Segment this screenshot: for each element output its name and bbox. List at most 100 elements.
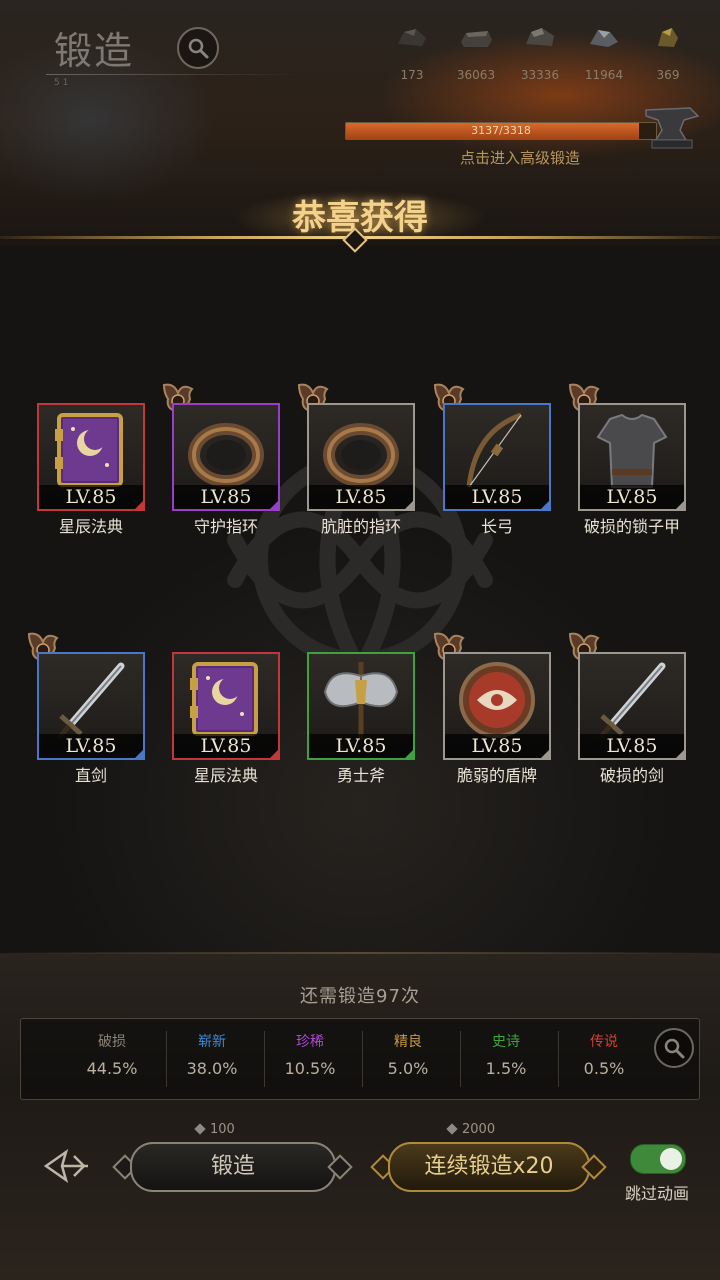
coal-icon [398,29,426,46]
stat-label: 珍稀 [296,1034,324,1050]
gem-icon [194,1123,206,1135]
item-name: 长弓 [480,517,513,536]
stat-rare: 珍稀 10.5% [261,1031,359,1078]
item-level: LV.85 [445,485,549,509]
title-underline [46,74,301,75]
rarity-corner [404,500,413,509]
item-frame: LV.85 [307,652,415,760]
forge-cost: 100 [194,1122,235,1137]
stat-new: 崭新 38.0% [163,1031,261,1078]
stat-epic: 史诗 1.5% [457,1031,555,1078]
resource-coal[interactable]: 173 [380,20,444,90]
item-frame: LV.85 [443,652,551,760]
skip-animation-toggle[interactable] [630,1144,686,1174]
ring-icon [323,423,399,487]
resource-value: 369 [656,68,680,82]
axe-icon [323,662,399,740]
stat-value: 10.5% [284,1059,336,1078]
steel-ingot-icon [526,28,554,46]
resource-value: 11964 [584,68,624,82]
rarity-corner [404,749,413,758]
item-level: LV.85 [39,485,143,509]
item-level: LV.85 [309,734,413,758]
stat-label: 传说 [590,1034,618,1050]
stat-label: 精良 [394,1034,422,1050]
stat-value: 44.5% [86,1059,138,1078]
reward-item[interactable]: LV.85 长弓 [433,383,551,543]
tome-icon [55,413,123,487]
item-frame: LV.85 [578,403,686,511]
rarity-corner [134,500,143,509]
gem-icon [446,1123,458,1135]
reward-item[interactable]: LV.85 勇士斧 [307,652,415,792]
item-level: LV.85 [580,485,684,509]
reward-item[interactable]: LV.85 星辰法典 [172,652,280,792]
item-name: 直剑 [74,766,107,785]
item-level: LV.85 [309,485,413,509]
continuous-forge-button[interactable]: 连续锻造x20 [388,1142,590,1192]
item-level: LV.85 [580,734,684,758]
stat-value: 0.5% [583,1059,625,1078]
multi-forge-cost-value: 2000 [462,1122,496,1137]
shield-icon [459,662,535,738]
resource-bar: 173 36063 33336 11964 369 [380,20,710,90]
resource-value: 33336 [520,68,560,82]
gold-ore-icon [658,28,678,47]
forge-progress-bar[interactable]: 3137/3318 [345,122,657,140]
advanced-forge-hint[interactable]: 点击进入高级锻造 [420,147,620,168]
item-name: 肮脏的指环 [320,517,401,536]
reward-item[interactable]: LV.85 破损的锁子甲 [568,383,686,543]
page-title: 锻造 [54,29,135,73]
search-icon [664,1038,685,1059]
item-frame: LV.85 [443,403,551,511]
skip-animation-label: 跳过动画 [624,1184,689,1203]
remaining-forge-count: 还需锻造97次 [300,986,420,1007]
item-frame: LV.85 [37,652,145,760]
resource-steel-ingot[interactable]: 33336 [508,20,572,90]
item-frame: LV.85 [307,403,415,511]
resource-gold-ore[interactable]: 369 [636,20,700,90]
stat-value: 1.5% [485,1059,527,1078]
reward-item[interactable]: LV.85 肮脏的指环 [297,383,415,543]
stats-detail-button[interactable] [654,1028,694,1068]
item-frame: LV.85 [37,403,145,511]
item-name: 破损的剑 [599,766,664,785]
item-level: LV.85 [174,485,278,509]
item-frame: LV.85 [172,403,280,511]
item-name: 勇士斧 [336,766,385,785]
stat-value: 38.0% [186,1059,238,1078]
reward-item[interactable]: LV.85 脆弱的盾牌 [433,632,551,792]
item-frame: LV.85 [172,652,280,760]
resource-iron-ore[interactable]: 36063 [444,20,508,90]
item-level: LV.85 [445,734,549,758]
bottom-divider [0,952,720,954]
tome-icon [190,662,258,736]
rarity-corner [540,500,549,509]
chainmail-icon [596,413,668,488]
reward-item[interactable]: LV.85 直剑 [27,632,145,792]
sword-icon [598,662,666,740]
anvil-icon[interactable] [640,96,702,156]
back-arrow-icon[interactable] [40,1146,92,1186]
multi-forge-cost: 2000 [446,1122,496,1137]
bow-icon [466,412,522,488]
reward-item[interactable]: LV.85 破损的剑 [568,632,686,792]
forge-cost-value: 100 [210,1122,235,1137]
search-button[interactable] [177,27,219,69]
forge-progress-text: 3137/3318 [471,124,531,137]
item-name: 脆弱的盾牌 [456,766,537,785]
rarity-corner [675,500,684,509]
stat-label: 破损 [98,1034,126,1050]
stat-value: 5.0% [387,1059,429,1078]
reward-item[interactable]: LV.85 星辰法典 [37,403,145,543]
rarity-corner [134,749,143,758]
item-level: LV.85 [39,734,143,758]
item-name: 星辰法典 [193,766,258,785]
sword-icon [57,662,125,740]
resource-mithril[interactable]: 11964 [572,20,636,90]
forge-button[interactable]: 锻造 [130,1142,336,1192]
item-name: 星辰法典 [58,517,123,536]
reward-item[interactable]: LV.85 守护指环 [162,383,280,543]
rarity-corner [269,749,278,758]
rarity-corner [540,749,549,758]
